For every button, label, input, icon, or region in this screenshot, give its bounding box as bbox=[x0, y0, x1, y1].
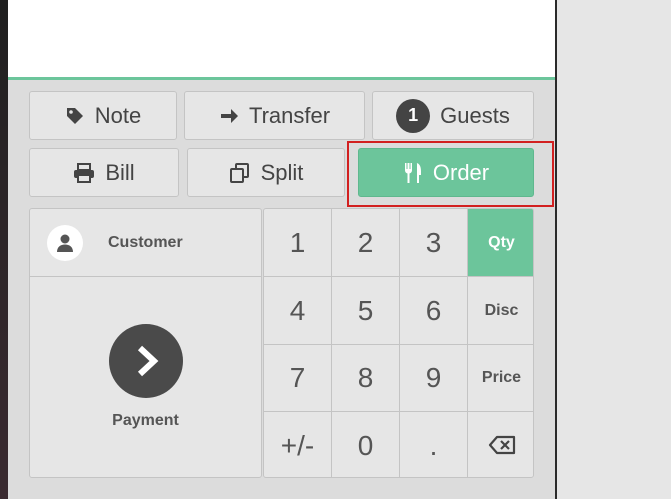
note-button[interactable]: Note bbox=[29, 91, 177, 140]
key-9[interactable]: 9 bbox=[400, 345, 467, 411]
guests-button[interactable]: 1 Guests bbox=[372, 91, 534, 140]
key-decimal[interactable]: . bbox=[400, 412, 467, 477]
customer-button[interactable]: Customer bbox=[30, 209, 261, 277]
guest-count-badge: 1 bbox=[396, 98, 431, 133]
note-label: Note bbox=[94, 102, 142, 128]
key-0[interactable]: 0 bbox=[332, 412, 399, 477]
printer-icon bbox=[73, 162, 95, 183]
window-edge bbox=[0, 0, 8, 499]
qty-mode-button[interactable]: Qty bbox=[468, 209, 533, 276]
backspace-icon bbox=[488, 430, 516, 462]
customer-payment-panel: Customer Payment bbox=[29, 208, 262, 478]
price-mode-button[interactable]: Price bbox=[468, 345, 533, 411]
key-3[interactable]: 3 bbox=[400, 209, 467, 276]
key-4[interactable]: 4 bbox=[264, 277, 331, 344]
key-6[interactable]: 6 bbox=[400, 277, 467, 344]
order-label: Order bbox=[432, 159, 490, 185]
customer-label: Customer bbox=[108, 233, 183, 251]
key-1[interactable]: 1 bbox=[264, 209, 331, 276]
tag-icon bbox=[65, 106, 85, 126]
key-8[interactable]: 8 bbox=[332, 345, 399, 411]
disc-mode-button[interactable]: Disc bbox=[468, 277, 533, 344]
key-5[interactable]: 5 bbox=[332, 277, 399, 344]
payment-button[interactable]: Payment bbox=[30, 277, 261, 477]
order-button[interactable]: Order bbox=[358, 148, 534, 197]
copy-icon bbox=[229, 162, 251, 184]
product-panel bbox=[557, 0, 671, 499]
transfer-button[interactable]: Transfer bbox=[184, 91, 365, 140]
user-icon bbox=[47, 224, 83, 261]
key-plus-minus[interactable]: +/- bbox=[264, 412, 331, 477]
order-lines-area bbox=[8, 0, 555, 78]
split-label: Split bbox=[260, 159, 304, 185]
bill-button[interactable]: Bill bbox=[29, 148, 179, 197]
split-button[interactable]: Split bbox=[187, 148, 345, 197]
arrow-right-icon bbox=[219, 106, 239, 126]
backspace-button[interactable] bbox=[468, 412, 533, 477]
payment-label: Payment bbox=[112, 412, 179, 429]
numpad: 1 2 3 Qty 4 5 6 Disc 7 8 9 Price +/- 0 . bbox=[263, 208, 534, 478]
chevron-right-icon bbox=[108, 324, 183, 398]
guests-label: Guests bbox=[440, 102, 510, 128]
bill-label: Bill bbox=[105, 159, 135, 185]
transfer-label: Transfer bbox=[248, 102, 331, 128]
utensils-icon bbox=[403, 162, 423, 184]
key-7[interactable]: 7 bbox=[264, 345, 331, 411]
key-2[interactable]: 2 bbox=[332, 209, 399, 276]
